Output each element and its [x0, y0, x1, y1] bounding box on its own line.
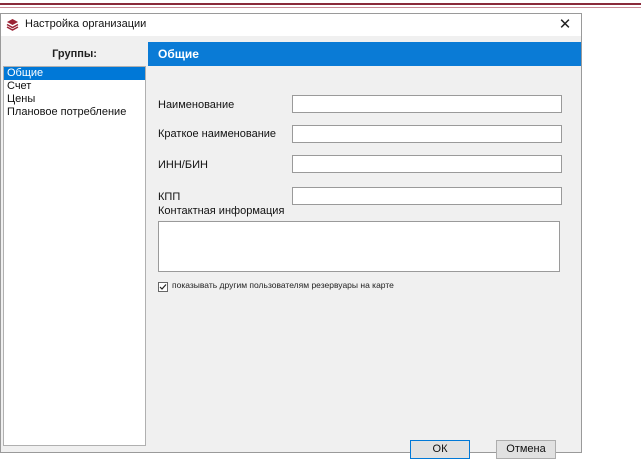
- groups-header: Группы:: [4, 45, 145, 64]
- contact-info-label: Контактная информация: [158, 205, 285, 217]
- brand-top-line-thin: [0, 7, 641, 8]
- show-tanks-label: показывать другим пользователям резервуа…: [172, 280, 394, 290]
- group-item-prices[interactable]: Цены: [4, 93, 145, 106]
- section-title: Общие: [148, 42, 581, 66]
- organization-settings-dialog: Настройка организации ✕ Группы: Общие Сч…: [0, 13, 582, 459]
- kpp-input[interactable]: [292, 187, 562, 205]
- name-input[interactable]: [292, 95, 562, 113]
- close-icon[interactable]: ✕: [555, 15, 575, 34]
- group-item-account[interactable]: Счет: [4, 80, 145, 93]
- inn-label: ИНН/БИН: [158, 159, 208, 171]
- groups-list[interactable]: Общие Счет Цены Плановое потребление: [3, 66, 146, 446]
- group-item-planned-consumption[interactable]: Плановое потребление: [4, 106, 145, 119]
- short-name-input[interactable]: [292, 125, 562, 143]
- ok-button[interactable]: ОК: [410, 440, 470, 459]
- brand-top-line: [0, 3, 641, 5]
- name-label: Наименование: [158, 99, 235, 111]
- cancel-button[interactable]: Отмена: [496, 440, 556, 459]
- short-name-label: Краткое наименование: [158, 128, 277, 140]
- inn-input[interactable]: [292, 155, 562, 173]
- general-settings-panel: Наименование Краткое наименование ИНН/БИ…: [148, 66, 581, 452]
- check-icon: [159, 284, 167, 290]
- kpp-label: КПП: [158, 191, 181, 203]
- app-logo-icon: [6, 18, 19, 31]
- title-bar[interactable]: Настройка организации ✕: [1, 14, 581, 36]
- contact-info-textarea[interactable]: [158, 221, 560, 272]
- window-title: Настройка организации: [25, 18, 147, 30]
- group-item-general[interactable]: Общие: [4, 67, 145, 80]
- show-tanks-checkbox[interactable]: [158, 282, 168, 292]
